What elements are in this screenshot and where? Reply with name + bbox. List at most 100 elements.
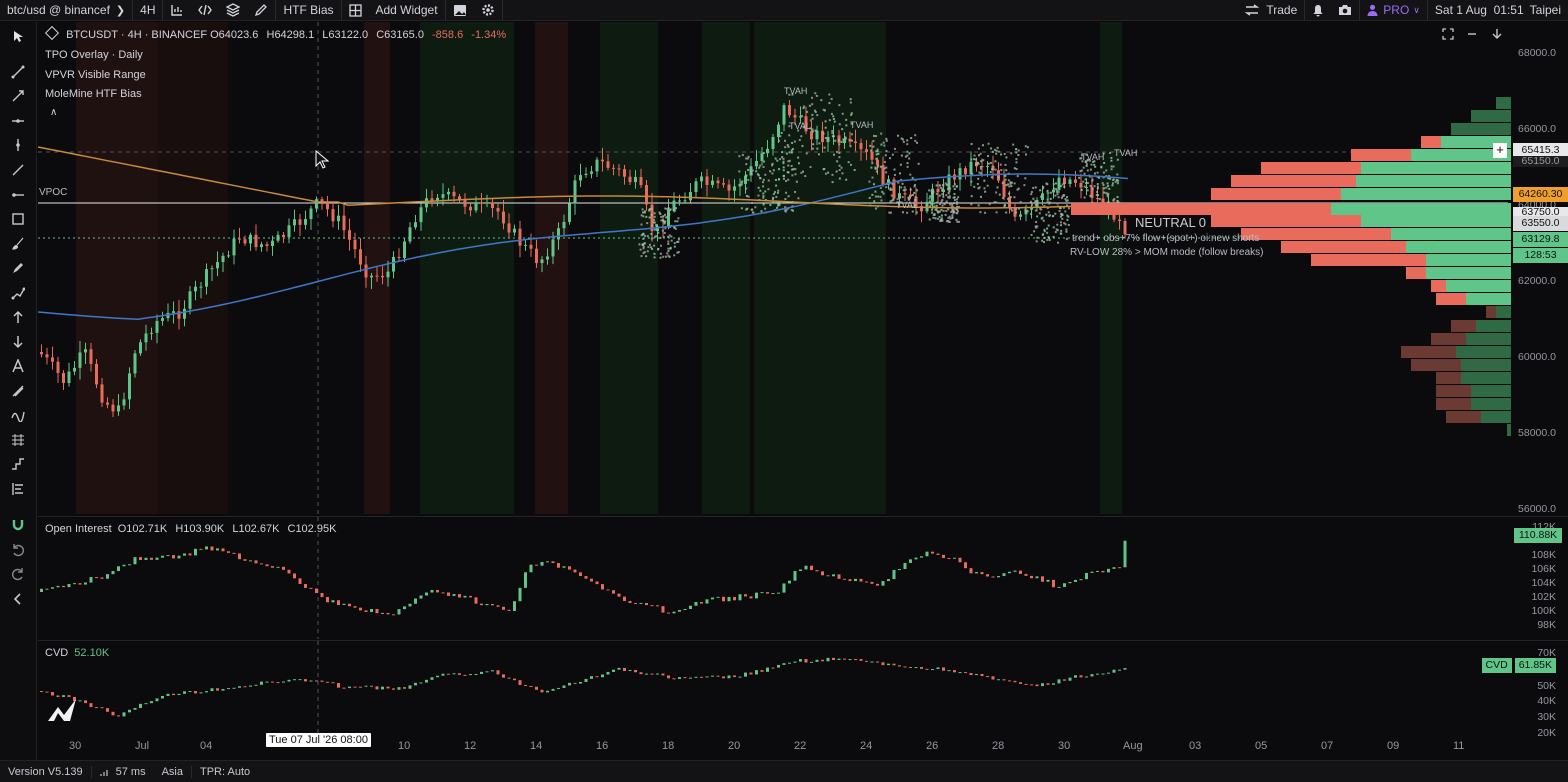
grid-layout-button[interactable] xyxy=(342,0,369,21)
snapshot-button[interactable] xyxy=(1331,0,1361,21)
vpvr-sell-bar xyxy=(1241,228,1391,240)
magnet-tool[interactable] xyxy=(9,516,27,534)
tpo-letter xyxy=(813,109,816,112)
arrow-up-tool[interactable] xyxy=(9,308,27,326)
oi-candle xyxy=(678,610,681,612)
tpo-letter xyxy=(1017,154,1020,157)
price-candle xyxy=(936,188,940,193)
symbol-selector[interactable]: btc/usd @ binancef ❯ xyxy=(0,0,134,21)
tpo-letter xyxy=(1039,195,1042,198)
rectangle-tool[interactable] xyxy=(9,210,27,228)
draw-button[interactable] xyxy=(247,0,277,21)
vertical-line-tool[interactable] xyxy=(9,136,27,154)
cvd-candle xyxy=(205,691,208,693)
step-line-icon xyxy=(12,458,24,470)
main-price-pane[interactable]: BTCUSDT · 4H · BINANCEF O64023.6 H64298.… xyxy=(38,22,1568,515)
price-candle xyxy=(865,149,868,152)
indicator-vpvr[interactable]: VPVR Visible Range xyxy=(45,69,146,81)
text-tool[interactable] xyxy=(9,357,27,375)
tpo-letter xyxy=(885,139,888,142)
minimize-button[interactable] xyxy=(1466,28,1480,42)
alerts-button[interactable] xyxy=(1305,0,1331,21)
price-candle xyxy=(364,264,368,278)
price-axis-label: 62000.0 xyxy=(1518,275,1556,287)
brush-tool[interactable] xyxy=(9,235,27,253)
tpo-letter xyxy=(646,222,649,225)
arrow-down-tool[interactable] xyxy=(9,333,27,351)
add-widget-button[interactable]: Add Widget xyxy=(369,0,446,21)
cvd-chart[interactable] xyxy=(38,641,1568,737)
fib-tool[interactable] xyxy=(9,431,27,449)
price-candle xyxy=(425,198,428,208)
cvd-candle xyxy=(496,670,500,675)
add-alert-button[interactable]: + xyxy=(1493,143,1507,158)
oi-candle xyxy=(282,566,285,570)
tpr-toggle[interactable]: TPR: Auto xyxy=(192,766,258,778)
cursor-tool[interactable] xyxy=(9,27,27,45)
tpo-letter xyxy=(1096,190,1099,193)
layers-button[interactable] xyxy=(219,0,247,21)
tpo-letter xyxy=(647,246,650,249)
open-interest-pane[interactable]: Open Interest O102.71K H103.90K L102.67K… xyxy=(38,516,1568,639)
price-candle xyxy=(1068,179,1072,184)
line-tool[interactable] xyxy=(9,161,27,179)
tpo-letter xyxy=(944,213,947,216)
tpo-letter xyxy=(909,173,912,176)
vpvr-buy-bar xyxy=(1361,162,1511,174)
tpo-letter xyxy=(1089,194,1092,197)
cvd-candle xyxy=(601,674,604,678)
ray-tool[interactable] xyxy=(9,87,27,105)
undo-button[interactable] xyxy=(9,541,27,559)
horizontal-ray-tool[interactable] xyxy=(9,186,27,204)
oi-candle xyxy=(106,574,109,579)
tpo-letter xyxy=(668,213,671,216)
tpo-letter xyxy=(657,248,660,251)
magnet-icon xyxy=(12,520,24,531)
redo-button[interactable] xyxy=(9,565,27,583)
htf-bias-button[interactable]: HTF Bias xyxy=(276,0,342,21)
price-candle xyxy=(238,238,241,240)
script-editor-button[interactable] xyxy=(191,0,219,21)
cvd-pane[interactable]: CVD 52.10K 70K 50K 40K 30K 20K CVD 61.85… xyxy=(38,640,1568,737)
oi-candle xyxy=(507,609,511,611)
tpo-letter xyxy=(1049,191,1052,194)
indicator-tool[interactable] xyxy=(9,406,27,424)
indicator-tpo[interactable]: TPO Overlay · Daily xyxy=(45,49,143,61)
vpvr-buy-bar xyxy=(1451,123,1511,135)
price-candle xyxy=(1057,177,1061,190)
oi-candle xyxy=(315,588,318,593)
collapse-toolbar-button[interactable] xyxy=(9,590,27,608)
horizontal-line-tool[interactable] xyxy=(9,112,27,130)
cvd-candle xyxy=(1090,674,1094,677)
interval-selector[interactable]: 4H xyxy=(133,0,164,21)
layout-tool[interactable] xyxy=(9,480,27,498)
vpvr-buy-bar xyxy=(1461,372,1511,384)
chart-type-button[interactable] xyxy=(163,0,191,21)
cvd-candle xyxy=(513,678,516,681)
price-axis-label: 58000.0 xyxy=(1518,427,1556,439)
step-line-tool[interactable] xyxy=(9,455,27,473)
trend-line-tool[interactable] xyxy=(9,63,27,81)
open-interest-chart[interactable] xyxy=(38,517,1568,639)
cvd-title: CVD xyxy=(45,647,69,659)
highlighter-tool[interactable] xyxy=(9,259,27,277)
path-tool[interactable] xyxy=(9,284,27,302)
collapse-legend-button[interactable]: ∧ xyxy=(50,107,57,118)
fullscreen-button[interactable] xyxy=(1442,28,1456,42)
bell-icon xyxy=(1313,4,1323,16)
indicator-molemine[interactable]: MoleMine HTF Bias xyxy=(45,88,142,100)
tpo-letter xyxy=(648,243,651,246)
tpo-letter xyxy=(642,237,645,240)
oi-candle xyxy=(947,557,951,559)
tpo-letter xyxy=(1052,214,1055,217)
oi-candle xyxy=(502,606,505,610)
session-band xyxy=(600,22,658,514)
image-button[interactable] xyxy=(446,0,474,21)
trade-button[interactable]: Trade xyxy=(1238,0,1306,21)
cvd-candle xyxy=(628,669,632,672)
measure-tool[interactable] xyxy=(9,382,27,400)
pro-account-button[interactable]: PRO ∨ xyxy=(1360,0,1428,21)
scroll-down-button[interactable] xyxy=(1491,28,1505,42)
settings-button[interactable] xyxy=(474,0,503,21)
price-candle xyxy=(1118,219,1121,222)
